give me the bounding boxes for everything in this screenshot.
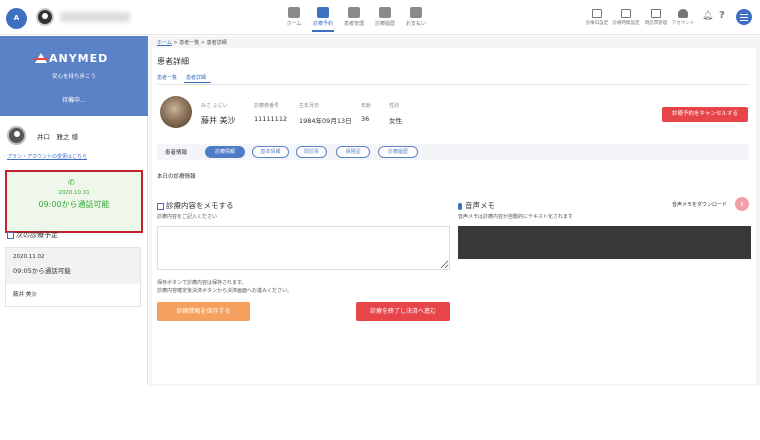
- phone-icon: ✆: [68, 178, 75, 187]
- edit-icon: [157, 202, 164, 210]
- tab-patient-list[interactable]: 患者一覧: [157, 74, 177, 81]
- payment-icon: [410, 7, 422, 18]
- clock-settings-icon: [621, 9, 631, 18]
- doctor-avatar: [7, 126, 26, 145]
- calendar-icon: [317, 7, 329, 18]
- breadcrumb-current: 患者詳細: [206, 40, 227, 46]
- app-logo[interactable]: A: [6, 8, 27, 29]
- history-icon: [379, 7, 391, 18]
- nav-account[interactable]: アカウント: [668, 9, 698, 26]
- schedule-icon: [592, 9, 602, 18]
- next-appointment-patient: 藤井 美沙: [13, 292, 37, 298]
- pill-questionnaire[interactable]: 問診票: [296, 146, 327, 158]
- doctor-name: 井口 雅之 様: [37, 133, 79, 141]
- microphone-icon: [458, 202, 462, 210]
- patient-detail-card: [152, 48, 756, 384]
- doctor-status: 待機中…: [61, 97, 86, 104]
- patient-age: 36: [361, 115, 370, 123]
- pill-basic-info[interactable]: 基本情報: [252, 146, 289, 158]
- patients-icon: [348, 7, 360, 18]
- age-label: 年齢: [361, 103, 372, 109]
- next-appointments-title: 次の診療予定: [7, 230, 58, 240]
- bell-icon[interactable]: 🔔︎: [702, 11, 713, 21]
- finish-and-pay-button[interactable]: 診療を終了し決済へ進む: [356, 302, 450, 321]
- voice-transcript-box: [458, 226, 751, 259]
- pill-medical-info[interactable]: 診療情報: [205, 146, 245, 158]
- memo-textarea[interactable]: [157, 226, 450, 270]
- memo-note-2: 診療内容確定後決済ボタンから決済画面へお進みください。: [157, 288, 293, 294]
- breadcrumb-list[interactable]: 患者一覧: [179, 40, 199, 46]
- patient-id-label: 診療券番号: [254, 103, 280, 109]
- breadcrumb: ホーム > 患者一覧 > 患者詳細: [157, 40, 227, 46]
- memo-note-1: 保存ボタンで診療内容は保存されます。: [157, 280, 247, 286]
- save-button[interactable]: 診療情報を保存する: [157, 302, 250, 321]
- tab-patient-detail[interactable]: 患者詳細: [186, 74, 206, 81]
- nav-schedule-settings[interactable]: 診療日設定: [582, 9, 612, 26]
- download-voice-link[interactable]: 音声メモをダウンロード: [672, 201, 727, 208]
- help-icon[interactable]: ?: [719, 10, 725, 21]
- patient-info-bar: [157, 144, 749, 160]
- active-tab-indicator: [184, 82, 211, 83]
- account-icon: [678, 9, 688, 18]
- brand-tagline: 安心を持ち歩こう: [51, 74, 96, 80]
- menu-button[interactable]: [736, 9, 752, 25]
- pill-insurance[interactable]: 保険証: [336, 146, 370, 158]
- download-icon[interactable]: ⭳: [735, 197, 749, 211]
- today-info-label: 本日の診療情報: [157, 174, 196, 180]
- voice-memo-subtitle: 音声メモは診療内容が自動的にテキスト化されます: [458, 214, 573, 220]
- patient-kana: みさ ふじい: [201, 103, 228, 109]
- edit-icon: [7, 231, 14, 239]
- current-slot-status: 09:00から通話可能: [38, 200, 110, 209]
- patient-birthdate: 1984年09月13日: [299, 117, 352, 125]
- nav-questionnaire[interactable]: 問診票管理: [641, 9, 671, 26]
- patient-sex: 女性: [389, 117, 402, 125]
- patient-id: 11111112: [254, 115, 288, 123]
- cancel-reservation-button[interactable]: 診療予約をキャンセルする: [662, 107, 748, 122]
- blurred-username: [60, 12, 130, 22]
- sex-label: 性別: [389, 103, 400, 109]
- nav-time-settings[interactable]: 診療時間設定: [611, 9, 641, 26]
- memo-title: 診療内容をメモする: [157, 200, 234, 211]
- nav-payment[interactable]: お支払い: [396, 7, 436, 27]
- patient-info-label: 患者情報: [165, 150, 188, 156]
- birth-label: 生年月日: [299, 103, 320, 109]
- memo-subtitle: 診療内容をご記入ください: [157, 214, 218, 220]
- user-avatar[interactable]: [36, 8, 54, 26]
- brand-logo-icon: [34, 53, 48, 63]
- page-title: 患者詳細: [157, 57, 189, 66]
- patient-name: 藤井 美沙: [201, 116, 236, 125]
- patient-photo: [160, 96, 192, 128]
- breadcrumb-home[interactable]: ホーム: [157, 40, 172, 46]
- next-appointment-time: 09:05から通話可能: [13, 267, 71, 275]
- next-appointment-date: 2020.11.02: [13, 254, 45, 260]
- plan-account-link[interactable]: プラン・アカウントの変更はこちら: [7, 153, 87, 160]
- brand-name: ANYMED: [49, 52, 109, 65]
- menu-icon: [740, 14, 748, 15]
- folder-icon: [651, 9, 661, 18]
- voice-memo-title: 音声メモ: [458, 200, 495, 211]
- home-icon: [288, 7, 300, 18]
- current-slot-date: 2020.10.31: [58, 190, 90, 196]
- pill-history[interactable]: 診療履歴: [378, 146, 418, 158]
